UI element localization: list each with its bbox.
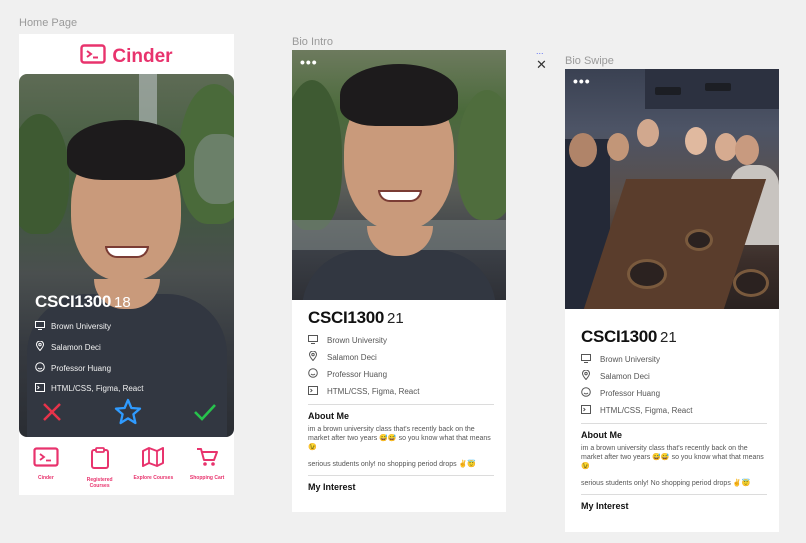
location-pin-icon: [308, 350, 318, 363]
profile-photo[interactable]: •••: [292, 50, 506, 300]
bio-swipe-frame: ••• CSCI1300 21 Brown University Salamon …: [565, 69, 779, 532]
smiley-icon: [35, 362, 45, 374]
smiley-icon: [308, 368, 318, 380]
about-me-note: serious students only! no shopping perio…: [308, 461, 477, 468]
more-options-icon[interactable]: •••: [300, 55, 318, 69]
detail-text: Salamon Deci: [600, 371, 650, 381]
tab-label: Cinder: [37, 475, 54, 481]
more-options-icon[interactable]: •••: [573, 74, 591, 88]
bio-intro-frame: ••• CSCI1300 21 Brown University Salamon …: [292, 50, 506, 512]
star-icon[interactable]: [114, 398, 142, 430]
swipe-actions: [41, 398, 217, 430]
close-icon[interactable]: ✕: [536, 57, 547, 73]
group-photo[interactable]: •••: [565, 69, 779, 309]
detail-text: Professor Huang: [327, 369, 388, 379]
about-me-text: im a brown university class that's recen…: [308, 426, 491, 451]
course-code: CSCI1300: [35, 292, 112, 311]
frame-label-bio-intro: Bio Intro: [292, 36, 333, 48]
detail-skills: HTML/CSS, Figma, React: [35, 383, 143, 394]
brand-name: Cinder: [112, 45, 173, 67]
frame-options-dots[interactable]: ...: [536, 46, 544, 56]
profile-overlay: CSCI1300 18 Brown University Salamon Deci…: [35, 292, 143, 394]
terminal-icon: [33, 447, 59, 472]
detail-university: Brown University: [308, 334, 494, 346]
detail-location: Salamon Deci: [581, 369, 767, 382]
profile-card[interactable]: CSCI1300 18 Brown University Salamon Deci…: [19, 74, 234, 437]
my-interest-heading: My Interest: [581, 501, 629, 511]
about-me-heading: About Me: [581, 430, 622, 440]
smiley-icon: [581, 387, 591, 399]
profile-age: 21: [387, 310, 404, 327]
profile-age: 21: [660, 329, 677, 346]
course-code: CSCI1300: [581, 327, 658, 346]
terminal-small-icon: [35, 383, 45, 394]
detail-text: HTML/CSS, Figma, React: [51, 384, 144, 393]
tab-label: Registered Courses: [86, 477, 113, 489]
home-page-frame: Cinder CSCI1300 18 Brown University Sala…: [19, 34, 234, 495]
monitor-icon: [581, 353, 591, 365]
tab-registered-courses[interactable]: Registered Courses: [77, 447, 123, 489]
detail-text: HTML/CSS, Figma, React: [327, 386, 420, 396]
monitor-icon: [308, 334, 318, 346]
tab-shopping-cart[interactable]: Shopping Cart: [184, 447, 230, 481]
profile-age: 18: [114, 294, 131, 311]
divider: [308, 404, 494, 405]
detail-text: Brown University: [51, 322, 112, 331]
tab-label: Explore Courses: [133, 475, 174, 481]
my-interest-heading: My Interest: [308, 482, 356, 492]
about-me-text: im a brown university class that's recen…: [581, 445, 764, 470]
detail-text: Professor Huang: [51, 363, 112, 373]
tab-cinder[interactable]: Cinder: [23, 447, 69, 481]
detail-text: Brown University: [327, 335, 388, 345]
terminal-icon: [80, 44, 107, 69]
bio-details: CSCI1300 21 Brown University Salamon Deci…: [581, 327, 767, 511]
detail-skills: HTML/CSS, Figma, React: [308, 385, 494, 397]
terminal-small-icon: [308, 385, 318, 397]
detail-professor: Professor Huang: [308, 368, 494, 380]
bottom-tab-bar: Cinder Registered Courses Explore Course…: [19, 439, 234, 495]
location-pin-icon: [581, 369, 591, 382]
divider: [581, 423, 767, 424]
detail-text: Professor Huang: [600, 388, 661, 398]
profile-title: CSCI1300 21: [308, 308, 494, 328]
brand-header: Cinder: [19, 44, 234, 69]
detail-location: Salamon Deci: [35, 340, 143, 353]
location-pin-icon: [35, 340, 45, 353]
detail-text: HTML/CSS, Figma, React: [600, 405, 693, 415]
profile-title: CSCI1300 18: [35, 292, 143, 312]
course-code: CSCI1300: [308, 308, 385, 327]
detail-skills: HTML/CSS, Figma, React: [581, 404, 767, 416]
divider: [581, 494, 767, 495]
detail-text: Brown University: [600, 354, 661, 364]
bio-details: CSCI1300 21 Brown University Salamon Deci…: [308, 308, 494, 492]
detail-location: Salamon Deci: [308, 350, 494, 363]
divider: [308, 475, 494, 476]
frame-label-bio-swipe: Bio Swipe: [565, 55, 614, 67]
frame-label-home: Home Page: [19, 17, 78, 29]
detail-professor: Professor Huang: [35, 362, 143, 374]
detail-text: Salamon Deci: [327, 352, 377, 362]
terminal-small-icon: [581, 404, 591, 416]
clipboard-icon: [90, 447, 110, 474]
tab-explore-courses[interactable]: Explore Courses: [130, 447, 176, 481]
profile-title: CSCI1300 21: [581, 327, 767, 347]
tab-label: Shopping Cart: [189, 475, 225, 481]
about-me-heading: About Me: [308, 411, 349, 421]
detail-university: Brown University: [581, 353, 767, 365]
about-me-note: serious students only! No shopping perio…: [581, 480, 751, 487]
detail-text: Salamon Deci: [51, 342, 101, 352]
check-icon[interactable]: [193, 402, 217, 427]
detail-professor: Professor Huang: [581, 387, 767, 399]
map-icon: [142, 447, 165, 472]
x-icon[interactable]: [41, 401, 63, 428]
detail-university: Brown University: [35, 321, 143, 332]
monitor-icon: [35, 321, 45, 332]
cart-icon: [196, 447, 219, 472]
